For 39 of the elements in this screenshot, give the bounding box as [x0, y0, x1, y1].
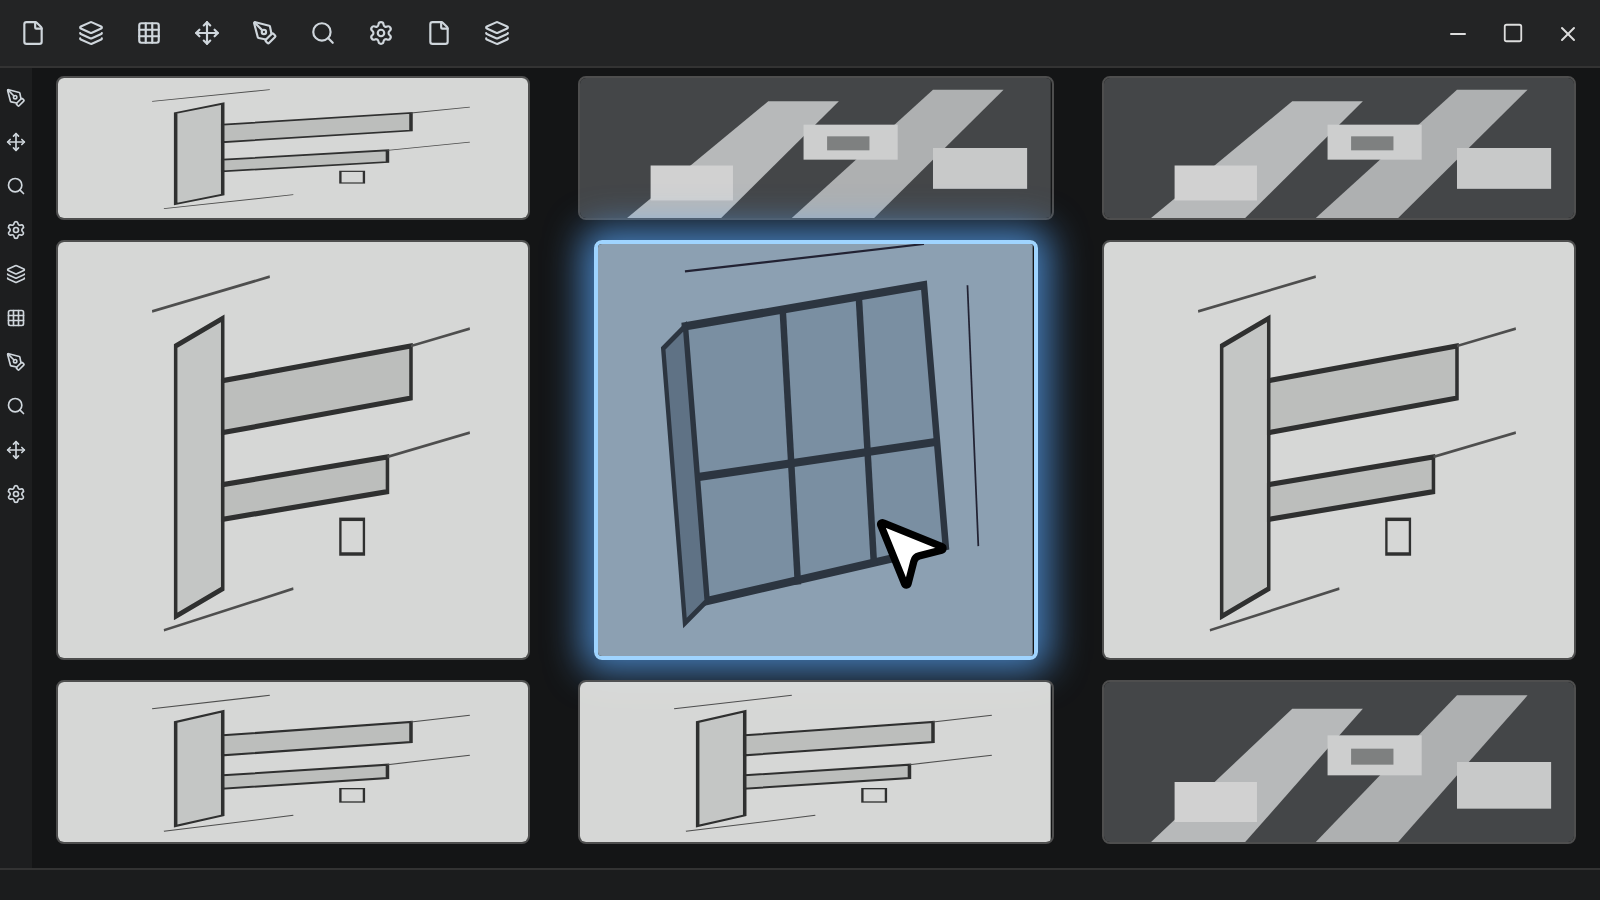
move-icon [194, 20, 220, 46]
close-icon [1556, 21, 1580, 45]
search-icon [6, 176, 26, 196]
tool-button[interactable] [2, 392, 30, 420]
grid-icon [136, 20, 162, 46]
file-icon [20, 20, 46, 46]
grid-icon [6, 308, 26, 328]
pen-icon [252, 20, 278, 46]
tool-button[interactable] [2, 348, 30, 376]
tool-button[interactable] [364, 16, 398, 50]
tool-button[interactable] [2, 480, 30, 508]
move-icon [6, 132, 26, 152]
tool-button[interactable] [132, 16, 166, 50]
tool-button[interactable] [74, 16, 108, 50]
layers-icon [78, 20, 104, 46]
layers-icon [484, 20, 510, 46]
tool-button[interactable] [2, 436, 30, 464]
tool-button[interactable] [2, 304, 30, 332]
tool-button[interactable] [248, 16, 282, 50]
layers-icon [6, 264, 26, 284]
maximize-icon [1502, 22, 1524, 44]
tool-button[interactable] [306, 16, 340, 50]
tool-button[interactable] [2, 172, 30, 200]
tool-button[interactable] [480, 16, 514, 50]
tool-button[interactable] [2, 216, 30, 244]
search-icon [6, 396, 26, 416]
tool-button[interactable] [190, 16, 224, 50]
file-icon [426, 20, 452, 46]
settings-icon [6, 484, 26, 504]
pen-icon [6, 352, 26, 372]
move-icon [6, 440, 26, 460]
settings-icon [368, 20, 394, 46]
tool-button[interactable] [2, 128, 30, 156]
search-icon [310, 20, 336, 46]
settings-icon [6, 220, 26, 240]
maximize-button[interactable] [1498, 18, 1528, 48]
tool-button[interactable] [2, 84, 30, 112]
tool-button[interactable] [2, 260, 30, 288]
pen-icon [6, 88, 26, 108]
